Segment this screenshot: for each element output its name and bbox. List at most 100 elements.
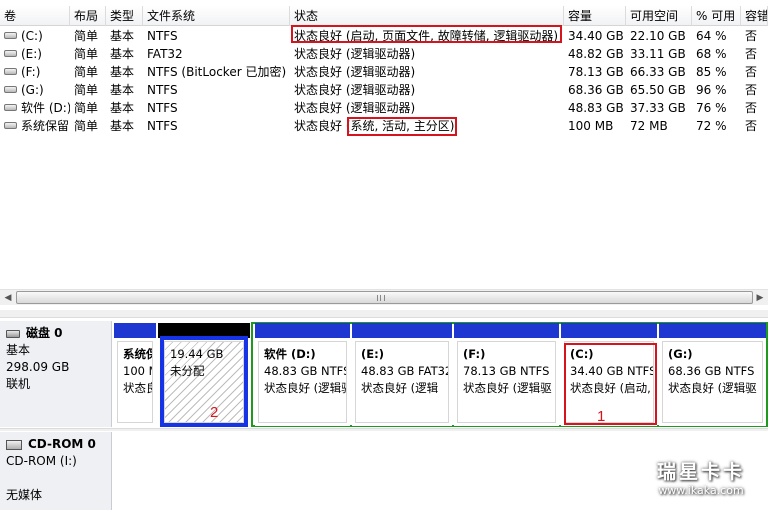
disk-size: 298.09 GB (6, 360, 70, 374)
drive-icon (4, 86, 17, 93)
volume-status-prefix: 状态良好 (294, 119, 343, 133)
annotation-number-1: 1 (597, 408, 606, 425)
partition-c[interactable]: (C:) 34.40 GB NTFS 状态良好 (启动, (561, 323, 657, 426)
volume-type: 基本 (110, 101, 135, 115)
volume-list: 卷 布局 类型 文件系统 状态 容量 可用空间 % 可用 容错 (C:) 简单 … (0, 0, 768, 289)
partition-bar (561, 323, 657, 338)
volume-free-space: 72 MB (630, 119, 668, 133)
pane-divider[interactable] (0, 310, 768, 318)
column-header-row: 卷 布局 类型 文件系统 状态 容量 可用空间 % 可用 容错 (0, 6, 768, 26)
disk-name: 磁盘 0 (26, 326, 63, 340)
partition-size: 48.83 GB NTFS (264, 364, 347, 378)
volume-type: 基本 (110, 47, 135, 61)
scroll-right-arrow-icon[interactable]: ▶ (752, 290, 768, 306)
partition-system-reserved[interactable]: 系统保 100 M 状态良 (114, 323, 156, 426)
partition-name: (F:) (463, 347, 486, 361)
volume-type: 基本 (110, 83, 135, 97)
volume-filesystem: NTFS (147, 83, 178, 97)
table-row[interactable]: (G:) 简单 基本 NTFS 状态良好 (逻辑驱动器) 68.36 GB 65… (0, 81, 768, 99)
disk-row-divider (0, 428, 768, 431)
partition-bar (352, 323, 452, 338)
partition-size: 68.36 GB NTFS (668, 364, 755, 378)
column-header-capacity[interactable]: 容量 (564, 6, 626, 26)
partition-name: 软件 (D:) (264, 347, 316, 361)
grip-icon (377, 295, 385, 301)
partition-size: 78.13 GB NTFS (463, 364, 550, 378)
volume-name: (E:) (21, 47, 42, 61)
column-header-type[interactable]: 类型 (106, 6, 143, 26)
volume-percent-free: 64 % (696, 29, 727, 43)
column-header-status[interactable]: 状态 (290, 6, 564, 26)
partition-g[interactable]: (G:) 68.36 GB NTFS 状态良好 (逻辑驱 (659, 323, 766, 426)
volume-type: 基本 (110, 65, 135, 79)
cdrom-name: CD-ROM 0 (28, 437, 96, 451)
table-row[interactable]: (E:) 简单 基本 FAT32 状态良好 (逻辑驱动器) 48.82 GB 3… (0, 45, 768, 63)
column-header-fault-tolerance[interactable]: 容错 (741, 6, 768, 26)
volume-free-space: 66.33 GB (630, 65, 686, 79)
column-header-free-space[interactable]: 可用空间 (626, 6, 692, 26)
table-row[interactable]: (F:) 简单 基本 NTFS (BitLocker 已加密) 状态良好 (逻辑… (0, 63, 768, 81)
volume-layout: 简单 (74, 47, 99, 61)
volume-capacity: 78.13 GB (568, 65, 624, 79)
highlight-box-c-status (291, 25, 562, 43)
column-header-layout[interactable]: 布局 (70, 6, 106, 26)
volume-capacity: 68.36 GB (568, 83, 624, 97)
partition-e[interactable]: (E:) 48.83 GB FAT32 状态良好 (逻辑 (352, 323, 452, 426)
volume-free-space: 65.50 GB (630, 83, 686, 97)
partition-status: 状态良好 (逻辑驱 (668, 381, 757, 395)
volume-filesystem: NTFS (BitLocker 已加密) (147, 65, 287, 79)
partition-f[interactable]: (F:) 78.13 GB NTFS 状态良好 (逻辑驱 (454, 323, 559, 426)
volume-percent-free: 76 % (696, 101, 727, 115)
volume-fault-tolerance: 否 (745, 101, 758, 115)
partition-bar (454, 323, 559, 338)
volume-name: (G:) (21, 83, 44, 97)
highlight-box-reserved-status (347, 117, 457, 136)
drive-icon (4, 50, 17, 57)
table-row[interactable]: 软件 (D:) 简单 基本 NTFS 状态良好 (逻辑驱动器) 48.83 GB… (0, 99, 768, 117)
cdrom-icon (6, 439, 22, 450)
volume-status: 状态良好 (逻辑驱动器) (294, 65, 416, 79)
partition-status: 状态良 (123, 381, 152, 395)
volume-layout: 简单 (74, 101, 99, 115)
volume-layout: 简单 (74, 29, 99, 43)
partition-name: 系统保 (123, 347, 152, 361)
volume-fault-tolerance: 否 (745, 47, 758, 61)
volume-free-space: 33.11 GB (630, 47, 686, 61)
partition-bar (114, 323, 156, 338)
volume-free-space: 22.10 GB (630, 29, 686, 43)
column-header-volume[interactable]: 卷 (0, 6, 70, 26)
cdrom-state: 无媒体 (6, 488, 43, 502)
volume-type: 基本 (110, 29, 135, 43)
volume-capacity: 48.82 GB (568, 47, 624, 61)
watermark-url: www.ikaka.com (658, 484, 744, 497)
volume-status: 状态良好 (逻辑驱动器) (294, 83, 416, 97)
volume-capacity: 100 MB (568, 119, 614, 133)
partition-d[interactable]: 软件 (D:) 48.83 GB NTFS 状态良好 (逻辑驱 (255, 323, 350, 426)
selection-frame (160, 336, 248, 427)
cdrom-0-label[interactable]: CD-ROM 0 CD-ROM (I:) 无媒体 (0, 432, 112, 510)
volume-layout: 简单 (74, 65, 99, 79)
volume-name: 系统保留 (21, 119, 70, 133)
volume-filesystem: NTFS (147, 101, 178, 115)
volume-filesystem: FAT32 (147, 47, 183, 61)
scroll-left-arrow-icon[interactable]: ◀ (0, 290, 16, 306)
partition-unallocated[interactable]: 19.44 GB 未分配 (158, 323, 250, 427)
column-header-percent-free[interactable]: % 可用 (692, 6, 741, 26)
column-header-filesystem[interactable]: 文件系统 (143, 6, 290, 26)
volume-filesystem: NTFS (147, 29, 178, 43)
scrollbar-thumb[interactable] (16, 291, 753, 304)
watermark-logo: 瑞星卡卡 www.ikaka.com (642, 460, 760, 506)
volume-name: (C:) (21, 29, 43, 43)
volume-fault-tolerance: 否 (745, 83, 758, 97)
partition-bar (255, 323, 350, 338)
volume-capacity: 48.83 GB (568, 101, 624, 115)
disk-0-label[interactable]: 磁盘 0 基本 298.09 GB 联机 (0, 321, 112, 427)
volume-layout: 简单 (74, 83, 99, 97)
drive-icon (4, 32, 17, 39)
volume-percent-free: 72 % (696, 119, 727, 133)
highlight-box-c-partition (564, 343, 657, 425)
cdrom-type: CD-ROM (I:) (6, 454, 77, 468)
volume-fault-tolerance: 否 (745, 29, 758, 43)
horizontal-scrollbar[interactable]: ◀ ▶ (0, 289, 768, 305)
volume-filesystem: NTFS (147, 119, 178, 133)
